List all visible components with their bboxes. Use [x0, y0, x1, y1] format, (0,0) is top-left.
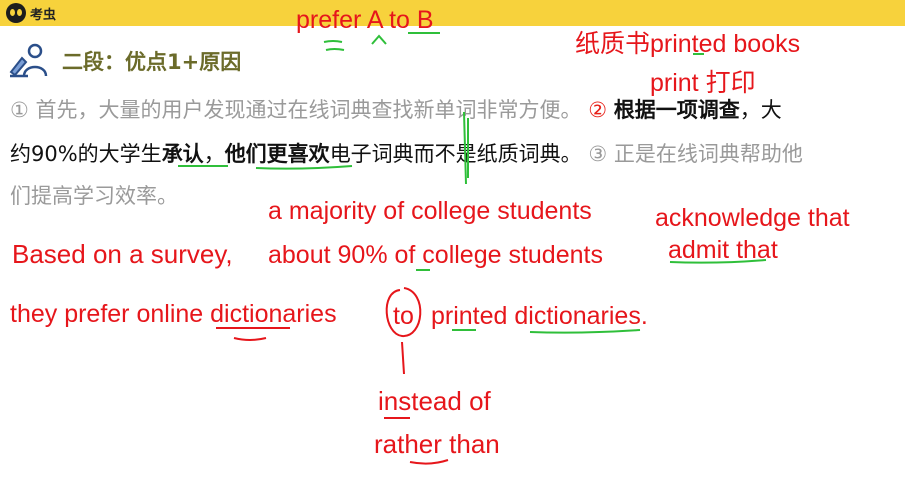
sentence-2-number: ② — [588, 98, 608, 122]
section-title: 二段：优点1+原因 — [62, 50, 242, 74]
logo: 考虫 — [6, 3, 56, 23]
annotation-about-90: about 90% of college students — [268, 241, 603, 269]
sentence-3-text-a: 正是在线词典帮助他 — [613, 142, 803, 166]
underline-prefer-mark — [323, 40, 345, 51]
annotation-paper-book: 纸质书printed books — [575, 30, 801, 58]
sentence-3-text-b: 们提高学习效率。 — [10, 184, 178, 208]
annotation-based-on-survey: Based on a survey, — [12, 239, 233, 269]
arrow-line-mark — [401, 341, 405, 375]
logo-face-icon — [6, 3, 26, 23]
annotation-admit: admit that — [668, 236, 778, 264]
underline-rather-mark — [409, 459, 449, 465]
annotation-print: print 打印 — [650, 69, 756, 97]
sentence-2-keyphrase-prefer: 他们更喜欢 — [224, 142, 330, 166]
writing-person-icon — [9, 43, 48, 78]
sentence-2-keyphrase-survey: 根据一项调查 — [613, 98, 740, 122]
annotation-to: to — [393, 302, 414, 330]
sentence-2-keyphrase-admit: 承认 — [161, 142, 204, 166]
annotation-printed-dictionaries: printed dictionaries. — [431, 302, 648, 330]
sentence-2-comma: ， — [203, 142, 225, 166]
logo-text: 考虫 — [30, 7, 57, 23]
underline-dic-mark — [233, 337, 267, 341]
caret-a-mark — [371, 34, 387, 45]
annotation-they-prefer: they prefer online dictionaries — [10, 300, 337, 328]
top-bar: 考虫 — [0, 0, 905, 26]
annotation-acknowledge: acknowledge that — [655, 204, 850, 232]
sentence-1-number: ① — [10, 98, 29, 122]
paragraph-line-3: 们提高学习效率。 — [10, 178, 178, 214]
annotation-prefer-a-to-b: prefer A to B — [296, 6, 434, 34]
annotation-rather-than: rather than — [374, 429, 500, 459]
sentence-2-text-b: 约90%的大学生 — [10, 142, 162, 166]
sentence-1-text: 首先，大量的用户发现通过在线词典查找新单词非常方便。 — [35, 98, 582, 122]
sentence-3-number: ③ — [588, 142, 608, 166]
sentence-2-text-c: 电子词典而不是纸质词典。 — [329, 142, 582, 166]
sentence-2-text-a: ，大 — [739, 98, 782, 122]
annotation-majority: a majority of college students — [268, 197, 592, 225]
paragraph-line-2: 约90%的大学生承认，他们更喜欢电子词典而不是纸质词典。 ③ 正是在线词典帮助他 — [10, 136, 803, 172]
slide: 考虫 二段：优点1+原因 ① 首先，大量的用户发现通过在线词典查找新单词非常方便… — [0, 0, 905, 477]
annotation-instead-of: instead of — [378, 386, 491, 416]
